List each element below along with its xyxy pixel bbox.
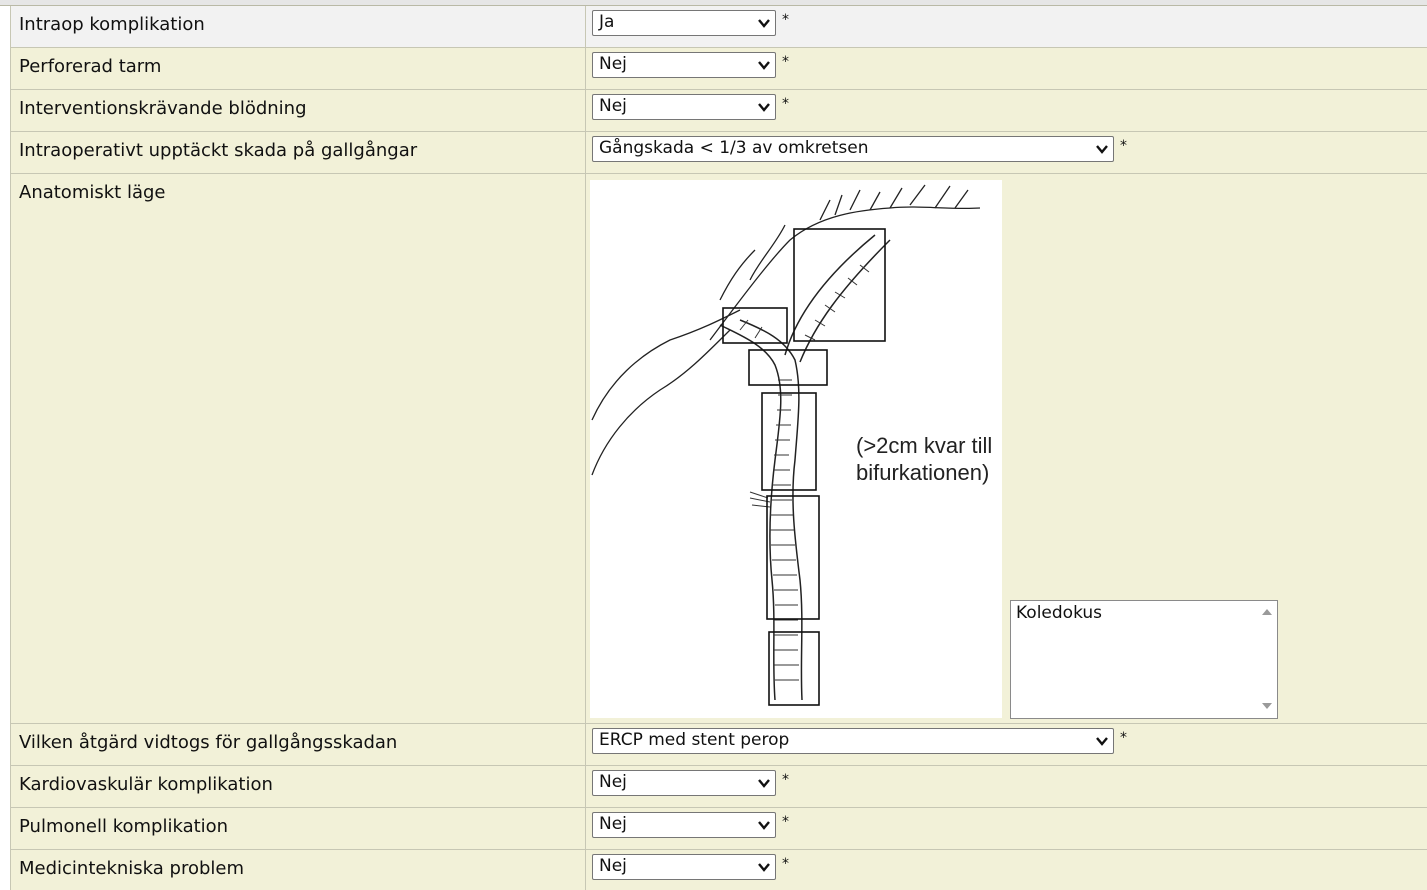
- value-cell-gallgangar: Gångskada < 1/3 av omkretsen *: [586, 132, 1427, 173]
- select-value: Nej: [599, 814, 627, 834]
- row-pulmonell: Pulmonell komplikation Nej *: [10, 808, 1427, 850]
- label-pulmonell: Pulmonell komplikation: [10, 808, 586, 849]
- pulmonell-select[interactable]: Nej: [592, 812, 776, 838]
- label-intraop-komplikation: Intraop komplikation: [10, 6, 586, 47]
- value-cell-intraop: Ja *: [586, 6, 1427, 47]
- required-marker: *: [782, 54, 789, 70]
- diagram-note-line2: bifurkationen): [856, 460, 989, 485]
- required-marker: *: [782, 96, 789, 112]
- scroll-up-arrow-icon: [1262, 609, 1272, 615]
- listbox-item-selected[interactable]: Koledokus: [1016, 603, 1102, 623]
- bile-duct-diagram[interactable]: (>2cm kvar till bifurkationen): [590, 180, 1002, 718]
- value-cell-atgard: ERCP med stent perop *: [586, 724, 1427, 765]
- required-marker: *: [782, 772, 789, 788]
- value-cell-blodning: Nej *: [586, 90, 1427, 131]
- row-gallgangar: Intraoperativt upptäckt skada på gallgån…: [10, 132, 1427, 174]
- label-kardiovaskular: Kardiovaskulär komplikation: [10, 766, 586, 807]
- required-marker: *: [782, 856, 789, 872]
- select-value: Gångskada < 1/3 av omkretsen: [599, 138, 869, 158]
- required-marker: *: [782, 12, 789, 28]
- complication-form: Intraop komplikation Ja * Perforerad tar…: [0, 0, 1427, 890]
- value-cell-anatomiskt: (>2cm kvar till bifurkationen) Koledokus: [586, 174, 1427, 723]
- chevron-down-icon: [758, 103, 770, 112]
- label-atgard: Vilken åtgärd vidtogs för gallgångsskada…: [10, 724, 586, 765]
- select-value: Nej: [599, 96, 627, 116]
- value-cell-tarm: Nej *: [586, 48, 1427, 89]
- chevron-down-icon: [758, 19, 770, 28]
- scrollbar-arrows: [1262, 609, 1272, 709]
- required-marker: *: [782, 814, 789, 830]
- gallgangar-select[interactable]: Gångskada < 1/3 av omkretsen: [592, 136, 1114, 162]
- row-atgard: Vilken åtgärd vidtogs för gallgångsskada…: [10, 724, 1427, 766]
- required-marker: *: [1120, 138, 1127, 154]
- chevron-down-icon: [758, 61, 770, 70]
- select-value: Ja: [599, 12, 615, 32]
- row-medicintekniska: Medicintekniska problem Nej *: [10, 850, 1427, 890]
- scroll-down-arrow-icon: [1262, 703, 1272, 709]
- row-blodning: Interventionskrävande blödning Nej *: [10, 90, 1427, 132]
- blodning-select[interactable]: Nej: [592, 94, 776, 120]
- perforerad-tarm-select[interactable]: Nej: [592, 52, 776, 78]
- bile-duct-drawing: (>2cm kvar till bifurkationen): [591, 184, 992, 706]
- chevron-down-icon: [1096, 737, 1108, 746]
- intraop-komplikation-select[interactable]: Ja: [592, 10, 776, 36]
- row-anatomiskt-lage: Anatomiskt läge (>2cm kvar till bifurkat…: [10, 174, 1427, 724]
- row-kardiovaskular: Kardiovaskulär komplikation Nej *: [10, 766, 1427, 808]
- select-value: Nej: [599, 856, 627, 876]
- select-value: Nej: [599, 772, 627, 792]
- listbox-scrollbar[interactable]: [1259, 603, 1275, 716]
- medicintekniska-select[interactable]: Nej: [592, 854, 776, 880]
- label-medicintekniska: Medicintekniska problem: [10, 850, 586, 890]
- chevron-down-icon: [758, 863, 770, 872]
- label-gallgangar: Intraoperativt upptäckt skada på gallgån…: [10, 132, 586, 173]
- value-cell-kardio: Nej *: [586, 766, 1427, 807]
- select-value: ERCP med stent perop: [599, 730, 790, 750]
- diagram-note-line1: (>2cm kvar till: [856, 433, 992, 458]
- value-cell-medtek: Nej *: [586, 850, 1427, 890]
- label-blodning: Interventionskrävande blödning: [10, 90, 586, 131]
- chevron-down-icon: [758, 821, 770, 830]
- label-anatomiskt-lage: Anatomiskt läge: [10, 174, 586, 723]
- select-value: Nej: [599, 54, 627, 74]
- required-marker: *: [1120, 730, 1127, 746]
- row-perforerad-tarm: Perforerad tarm Nej *: [10, 48, 1427, 90]
- label-perforerad-tarm: Perforerad tarm: [10, 48, 586, 89]
- chevron-down-icon: [1096, 145, 1108, 154]
- row-intraop-komplikation: Intraop komplikation Ja *: [10, 6, 1427, 48]
- kardiovaskular-select[interactable]: Nej: [592, 770, 776, 796]
- chevron-down-icon: [758, 779, 770, 788]
- atgard-select[interactable]: ERCP med stent perop: [592, 728, 1114, 754]
- anatomiskt-listbox[interactable]: Koledokus: [1010, 600, 1278, 719]
- value-cell-pulm: Nej *: [586, 808, 1427, 849]
